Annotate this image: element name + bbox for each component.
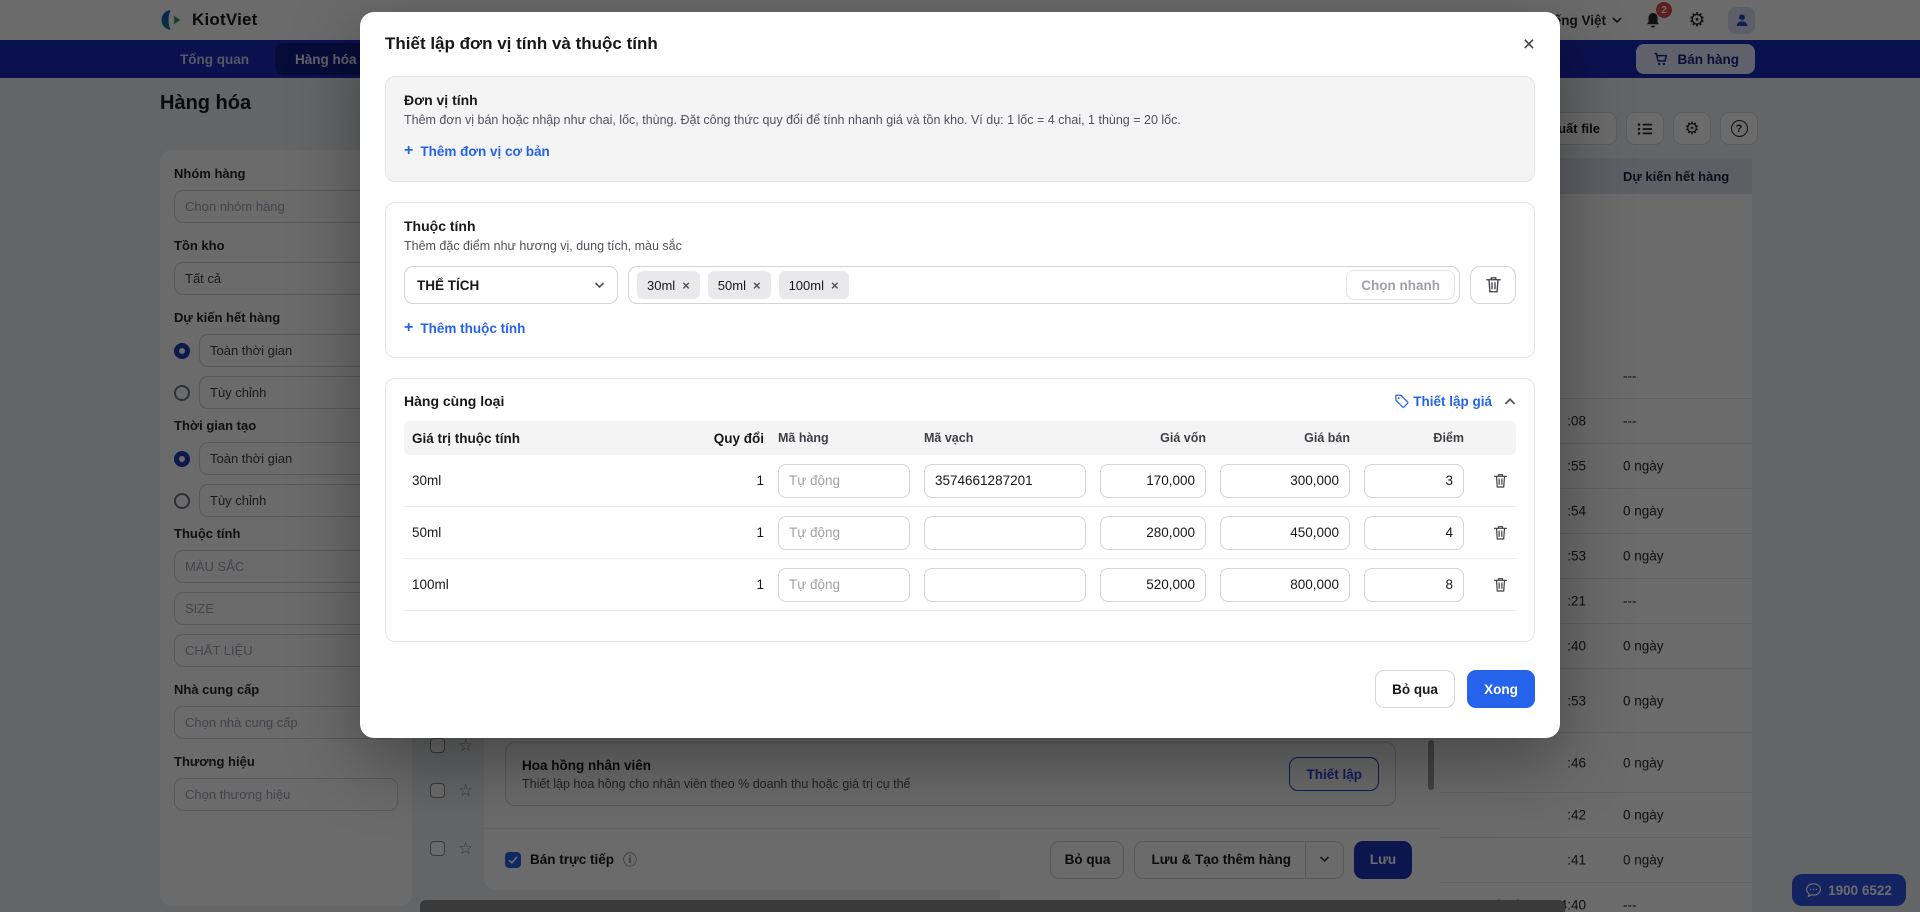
remove-tag-icon[interactable]: × bbox=[831, 278, 839, 293]
plus-icon: + bbox=[404, 142, 413, 160]
delete-variant-button[interactable] bbox=[1478, 473, 1508, 489]
attribute-section-title: Thuộc tính bbox=[404, 218, 1516, 234]
variant-points-input[interactable] bbox=[1364, 516, 1464, 550]
unit-section-title: Đơn vị tính bbox=[404, 92, 1516, 108]
variant-value: 100ml bbox=[412, 577, 692, 592]
trash-icon bbox=[1493, 525, 1508, 541]
column-header: Quy đổi bbox=[706, 431, 764, 446]
delete-variant-button[interactable] bbox=[1478, 525, 1508, 541]
variant-code-input[interactable] bbox=[778, 464, 910, 498]
variant-row: 30ml 1 bbox=[404, 455, 1516, 507]
attribute-value-tag: 30ml × bbox=[637, 271, 700, 299]
add-base-unit-link[interactable]: + Thêm đơn vị cơ bản bbox=[404, 142, 550, 160]
attribute-section: Thuộc tính Thêm đặc điểm như hương vị, d… bbox=[385, 202, 1535, 358]
unit-attribute-modal: Thiết lập đơn vị tính và thuộc tính × Đơ… bbox=[360, 12, 1560, 738]
column-header: Giá vốn bbox=[1100, 431, 1206, 445]
variant-code-input[interactable] bbox=[778, 568, 910, 602]
variant-cost-input[interactable] bbox=[1100, 516, 1206, 550]
add-attribute-link[interactable]: + Thêm thuộc tính bbox=[404, 319, 525, 337]
attribute-value-tag: 100ml × bbox=[779, 271, 849, 299]
attribute-section-description: Thêm đặc điểm như hương vị, dung tích, m… bbox=[404, 239, 1516, 253]
plus-icon: + bbox=[404, 319, 413, 337]
quick-select-button[interactable]: Chọn nhanh bbox=[1346, 270, 1455, 300]
variant-barcode-input[interactable] bbox=[924, 568, 1086, 602]
variant-value: 50ml bbox=[412, 525, 692, 540]
variant-row: 50ml 1 bbox=[404, 507, 1516, 559]
variant-price-input[interactable] bbox=[1220, 568, 1350, 602]
variant-points-input[interactable] bbox=[1364, 464, 1464, 498]
modal-title: Thiết lập đơn vị tính và thuộc tính bbox=[385, 34, 658, 54]
screen: KiotViet Tiếng Việt 2 ⚙ bbox=[0, 0, 1920, 912]
variant-price-input[interactable] bbox=[1220, 464, 1350, 498]
unit-section: Đơn vị tính Thêm đơn vị bán hoặc nhập nh… bbox=[385, 76, 1535, 182]
close-icon[interactable]: × bbox=[1523, 34, 1535, 55]
chevron-down-icon bbox=[594, 282, 605, 289]
variants-table-header: Giá trị thuộc tính Quy đổi Mã hàng Mã vạch G… bbox=[404, 421, 1516, 455]
column-header: Mã vạch bbox=[924, 431, 1086, 445]
attribute-value-tag: 50ml × bbox=[708, 271, 771, 299]
modal-done-button[interactable]: Xong bbox=[1467, 670, 1535, 708]
variant-row: 100ml 1 bbox=[404, 559, 1516, 611]
remove-tag-icon[interactable]: × bbox=[682, 278, 690, 293]
trash-icon bbox=[1485, 276, 1502, 294]
variant-value: 30ml bbox=[412, 473, 692, 488]
attribute-name-select[interactable]: THỂ TÍCH bbox=[404, 266, 618, 304]
delete-attribute-button[interactable] bbox=[1470, 266, 1516, 304]
trash-icon bbox=[1493, 473, 1508, 489]
collapse-chevron-up-icon[interactable] bbox=[1504, 397, 1516, 405]
variant-barcode-input[interactable] bbox=[924, 464, 1086, 498]
price-setup-link[interactable]: Thiết lập giá bbox=[1394, 394, 1492, 409]
variant-ratio: 1 bbox=[706, 577, 764, 592]
variants-title: Hàng cùng loại bbox=[404, 393, 504, 409]
modal-skip-button[interactable]: Bỏ qua bbox=[1375, 670, 1455, 708]
trash-icon bbox=[1493, 577, 1508, 593]
delete-variant-button[interactable] bbox=[1478, 577, 1508, 593]
variant-barcode-input[interactable] bbox=[924, 516, 1086, 550]
variant-cost-input[interactable] bbox=[1100, 464, 1206, 498]
column-header: Điểm bbox=[1364, 431, 1464, 445]
unit-section-description: Thêm đơn vị bán hoặc nhập như chai, lốc,… bbox=[404, 113, 1516, 127]
variants-section: Hàng cùng loại Thiết lập giá Giá trị thu… bbox=[385, 378, 1535, 642]
variant-cost-input[interactable] bbox=[1100, 568, 1206, 602]
column-header: Giá bán bbox=[1220, 431, 1350, 445]
variant-points-input[interactable] bbox=[1364, 568, 1464, 602]
price-tag-icon bbox=[1394, 394, 1409, 409]
variant-ratio: 1 bbox=[706, 473, 764, 488]
variant-code-input[interactable] bbox=[778, 516, 910, 550]
column-header: Mã hàng bbox=[778, 431, 910, 445]
remove-tag-icon[interactable]: × bbox=[753, 278, 761, 293]
variant-price-input[interactable] bbox=[1220, 516, 1350, 550]
column-header: Giá trị thuộc tính bbox=[412, 431, 692, 446]
attribute-values-input[interactable]: 30ml × 50ml × 100ml × Chọn nhanh bbox=[628, 266, 1460, 304]
variant-ratio: 1 bbox=[706, 525, 764, 540]
variants-table-body: 30ml 1 50ml 1 bbox=[404, 455, 1516, 611]
